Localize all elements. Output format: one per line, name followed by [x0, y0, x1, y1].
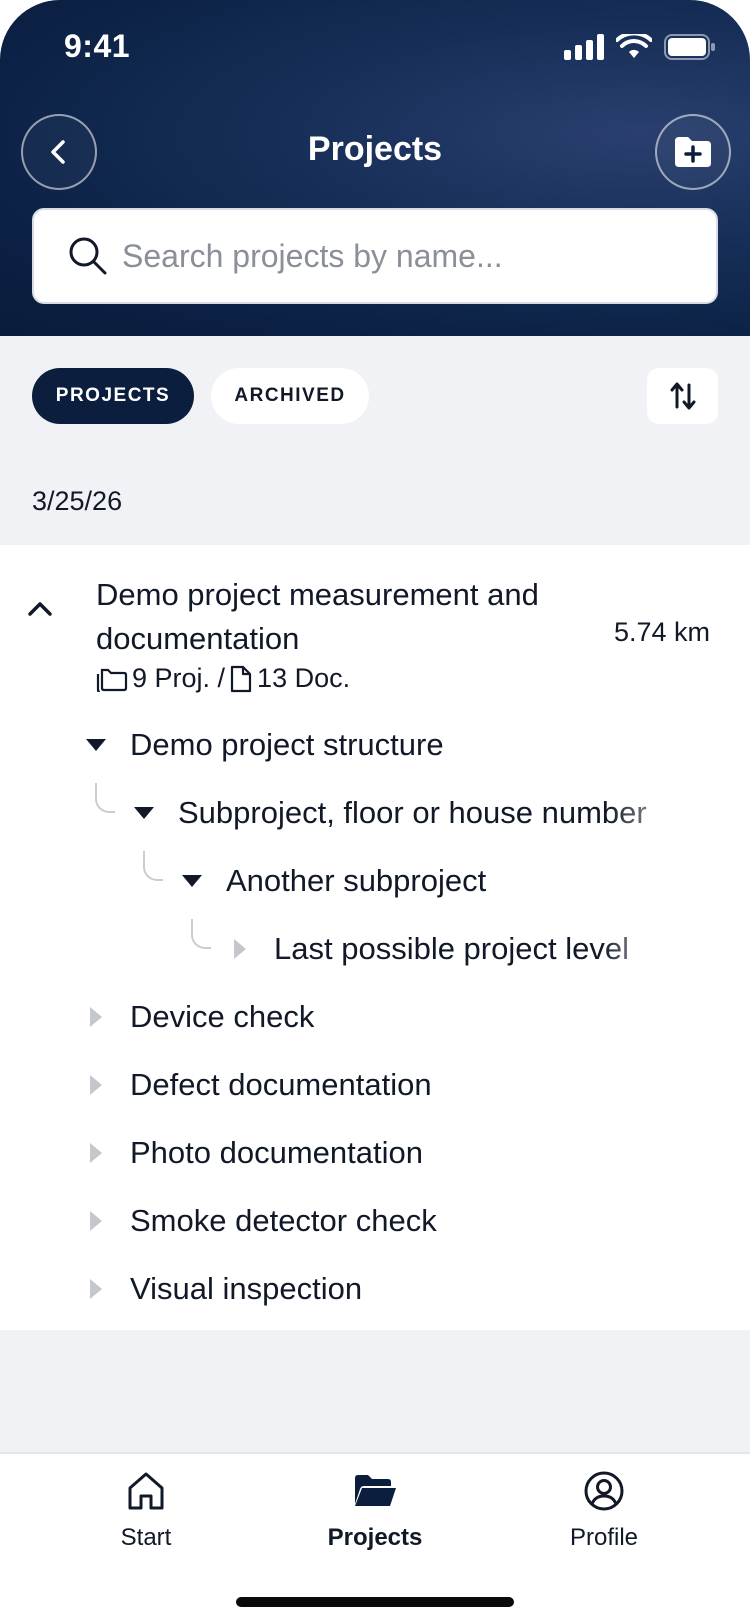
- tree-item-label: Visual inspection: [130, 1271, 363, 1306]
- home-indicator: [236, 1597, 514, 1607]
- document-icon: [230, 665, 252, 692]
- tree-item-label: Smoke detector check: [130, 1203, 437, 1238]
- tree-item-label: Subproject, floor or house number: [178, 795, 647, 830]
- tree-item-label: Demo project structure: [130, 727, 444, 762]
- caret-right-icon: [90, 1279, 102, 1299]
- add-project-button[interactable]: [655, 114, 731, 190]
- tree-item[interactable]: Smoke detector check: [84, 1203, 437, 1239]
- header: 9:41 Projects: [0, 0, 750, 336]
- search-box[interactable]: [32, 208, 718, 304]
- nav-profile[interactable]: Profile: [524, 1470, 684, 1552]
- tab-projects[interactable]: PROJECTS: [32, 368, 194, 424]
- nav-projects[interactable]: Projects: [295, 1470, 455, 1552]
- home-icon: [128, 1472, 164, 1510]
- tree-item-label: Device check: [130, 999, 315, 1034]
- wifi-icon: [616, 34, 652, 58]
- tree-item[interactable]: Device check: [84, 999, 314, 1035]
- caret-right-icon: [90, 1075, 102, 1095]
- project-distance: 5.74 km: [613, 617, 710, 647]
- battery-icon: [664, 34, 715, 60]
- tree-item[interactable]: Demo project structure: [84, 727, 444, 763]
- nav-start[interactable]: Start: [66, 1470, 226, 1552]
- tree-item[interactable]: Defect documentation: [84, 1067, 432, 1103]
- tree-item[interactable]: Photo documentation: [84, 1135, 423, 1171]
- collapse-button[interactable]: [27, 599, 53, 622]
- tree-connector: [143, 851, 163, 881]
- phone-screen: 9:41 Projects Search projects by name...…: [0, 0, 750, 1624]
- caret-right-icon: [90, 1211, 102, 1231]
- search-input[interactable]: [122, 237, 682, 275]
- projects-count: 9 Proj. /: [132, 663, 226, 693]
- project-title[interactable]: Demo project measurement and documentati…: [96, 573, 566, 661]
- nav-label: Projects: [327, 1524, 423, 1551]
- tree-item-label: Last possible project level: [274, 931, 629, 966]
- user-circle-icon: [584, 1471, 624, 1511]
- caret-down-icon: [182, 875, 202, 887]
- tree-item[interactable]: Visual inspection: [84, 1271, 362, 1307]
- caret-right-icon: [234, 939, 246, 959]
- sort-button[interactable]: [647, 368, 718, 424]
- folders-icon: [96, 668, 128, 692]
- caret-right-icon: [90, 1007, 102, 1027]
- chevron-up-icon: [28, 602, 52, 616]
- status-icons: [564, 34, 716, 60]
- caret-right-icon: [90, 1143, 102, 1163]
- search-icon: [69, 237, 107, 275]
- page-title: Projects: [307, 130, 443, 168]
- folder-plus-icon: [675, 137, 711, 167]
- tree-connector: [95, 783, 115, 813]
- project-meta: 9 Proj. / 13 Doc.: [96, 663, 350, 694]
- status-time: 9:41: [64, 28, 131, 64]
- caret-down-icon: [86, 739, 106, 751]
- signal-icon: [564, 34, 604, 60]
- nav-label: Profile: [569, 1524, 639, 1551]
- tree-item[interactable]: Another subproject: [180, 863, 486, 899]
- tree-item[interactable]: Last possible project level: [228, 931, 674, 967]
- date-group-label: 3/25/26: [32, 486, 123, 516]
- documents-count: 13 Doc.: [257, 663, 351, 693]
- project-card: Demo project measurement and documentati…: [0, 545, 750, 1330]
- folder-open-icon: [355, 1475, 396, 1506]
- caret-down-icon: [134, 807, 154, 819]
- tree-connector: [191, 919, 211, 949]
- tree-item[interactable]: Subproject, floor or house number: [132, 795, 702, 831]
- tree-item-label: Photo documentation: [130, 1135, 423, 1170]
- tree-item-label: Defect documentation: [130, 1067, 432, 1102]
- tree-item-label: Another subproject: [226, 863, 487, 898]
- nav-label: Start: [120, 1524, 172, 1551]
- sort-arrows-icon: [670, 382, 695, 410]
- tab-archived[interactable]: ARCHIVED: [211, 368, 369, 424]
